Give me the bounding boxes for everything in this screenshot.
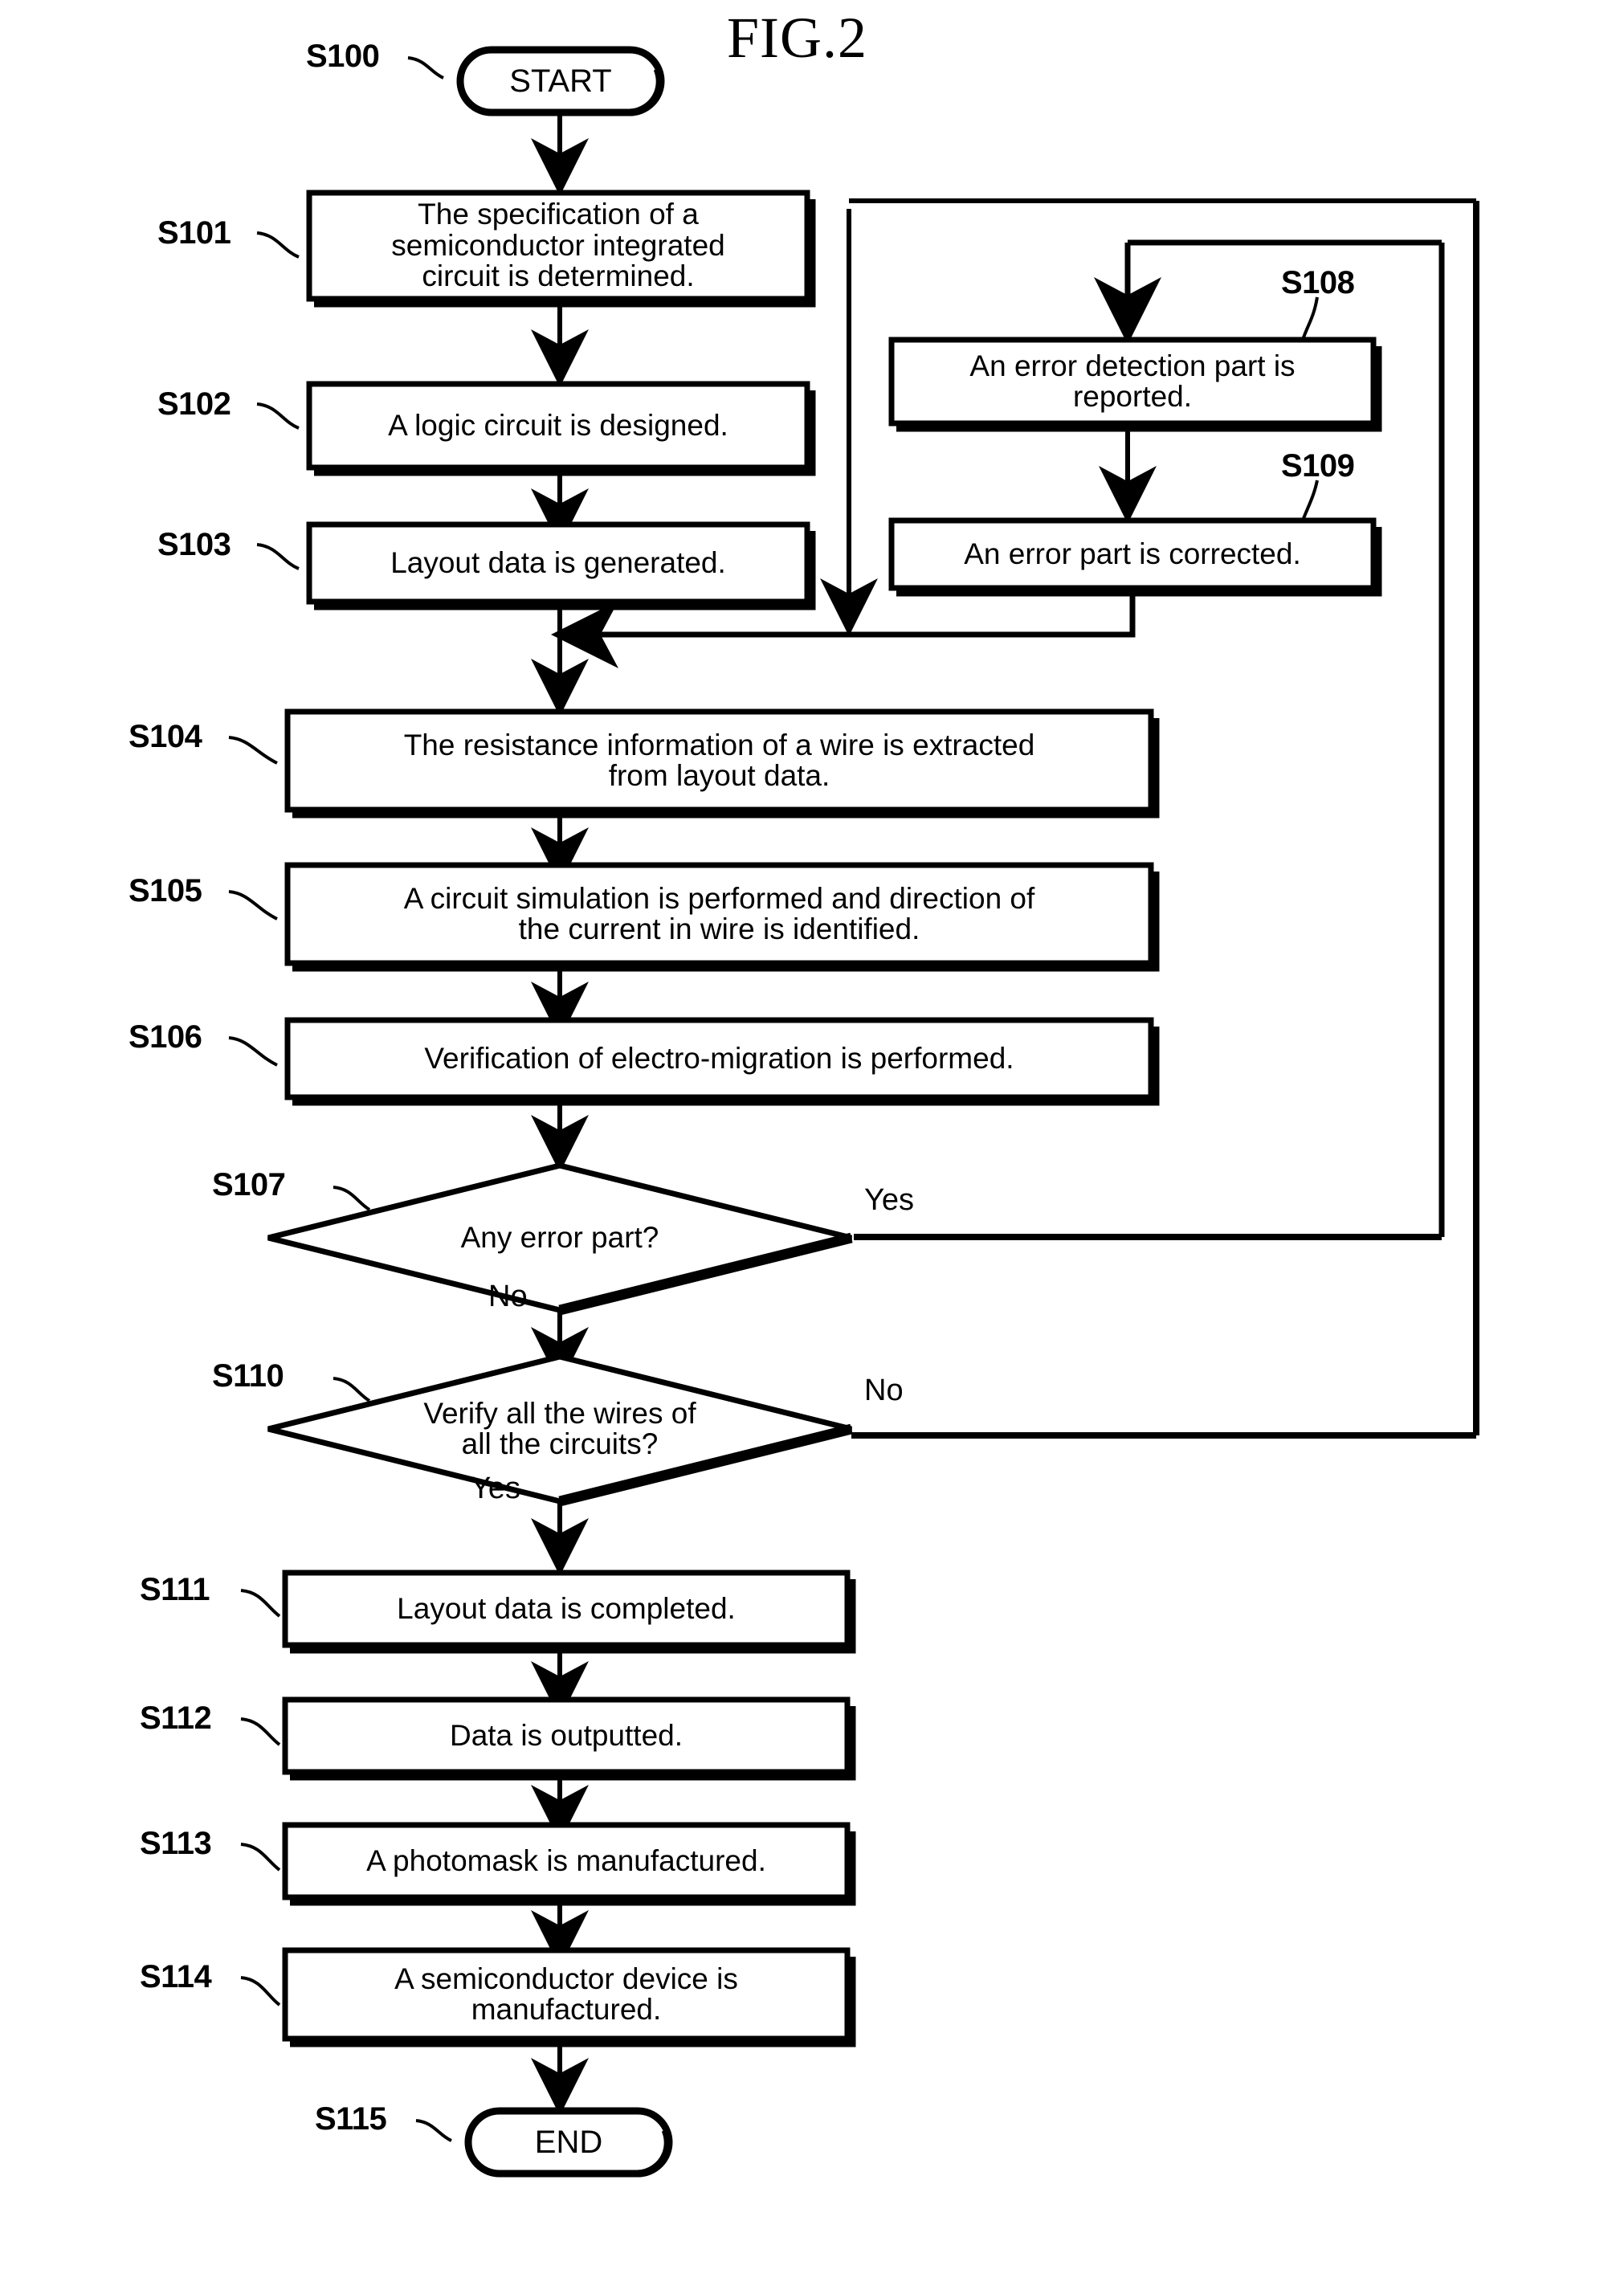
- node-S114-shape: [282, 1947, 851, 2042]
- ref-label-S110: S110: [212, 1358, 284, 1394]
- ref-label-S101: S101: [157, 215, 231, 251]
- node-S110-shape: [267, 1353, 852, 1504]
- leader-S108: [1301, 296, 1319, 341]
- node-S100-text: START: [509, 63, 612, 99]
- ref-label-S106: S106: [129, 1019, 202, 1055]
- leader-S105: [228, 890, 278, 921]
- leader-S114: [240, 1976, 281, 2007]
- leader-S112: [240, 1717, 281, 1746]
- node-S109-shape: [888, 517, 1377, 591]
- ref-label-S109: S109: [1281, 448, 1355, 484]
- leader-S109: [1301, 480, 1319, 521]
- node-S101-shape: [306, 190, 810, 302]
- node-S112-shape: [282, 1696, 851, 1775]
- node-S115-text: END: [534, 2124, 603, 2160]
- node-S106-shape: [284, 1017, 1154, 1100]
- node-S111-shape: [282, 1570, 851, 1648]
- node-S104-shape: [284, 708, 1154, 813]
- ref-label-S113: S113: [140, 1826, 212, 1861]
- branch-label-s110-no: No: [864, 1374, 904, 1407]
- leader-S103: [256, 543, 300, 570]
- ref-label-S104: S104: [129, 719, 202, 754]
- ref-label-S111: S111: [140, 1572, 210, 1607]
- leader-S106: [228, 1036, 278, 1067]
- ref-label-S100: S100: [306, 39, 380, 74]
- ref-label-S114: S114: [140, 1959, 212, 1994]
- branch-label-s107-yes: Yes: [864, 1183, 914, 1217]
- branch-label-s110-yes: Yes: [471, 1472, 520, 1505]
- ref-label-S105: S105: [129, 873, 202, 908]
- leader-S113: [240, 1843, 281, 1872]
- node-S108-shape: [888, 337, 1377, 427]
- node-S113-shape: [282, 1822, 851, 1900]
- ref-label-S102: S102: [157, 386, 231, 422]
- leader-S110: [333, 1377, 371, 1402]
- node-S105-shape: [284, 862, 1154, 966]
- branch-label-s107-no: No: [488, 1280, 528, 1313]
- figure-title: FIG.2: [727, 6, 868, 70]
- leader-S101: [256, 231, 300, 259]
- node-S107-shape: [267, 1162, 852, 1313]
- ref-label-S115: S115: [315, 2101, 387, 2137]
- leader-S104: [228, 736, 278, 765]
- ref-label-S112: S112: [140, 1700, 212, 1736]
- ref-label-S107: S107: [212, 1167, 286, 1202]
- node-S103-shape: [306, 521, 810, 605]
- flowchart-canvas: [228, 46, 1479, 2178]
- ref-label-S108: S108: [1281, 265, 1355, 300]
- leader-S115: [415, 2119, 452, 2142]
- leader-S100: [407, 56, 444, 80]
- node-S102-shape: [306, 381, 810, 471]
- leader-S102: [256, 402, 300, 430]
- ref-label-S103: S103: [157, 527, 231, 562]
- figure-page: FIG.2 S100 S101 S102 S103 S104 S105 S106…: [0, 0, 1624, 2278]
- leader-S111: [240, 1589, 281, 1618]
- leader-S107: [333, 1186, 371, 1211]
